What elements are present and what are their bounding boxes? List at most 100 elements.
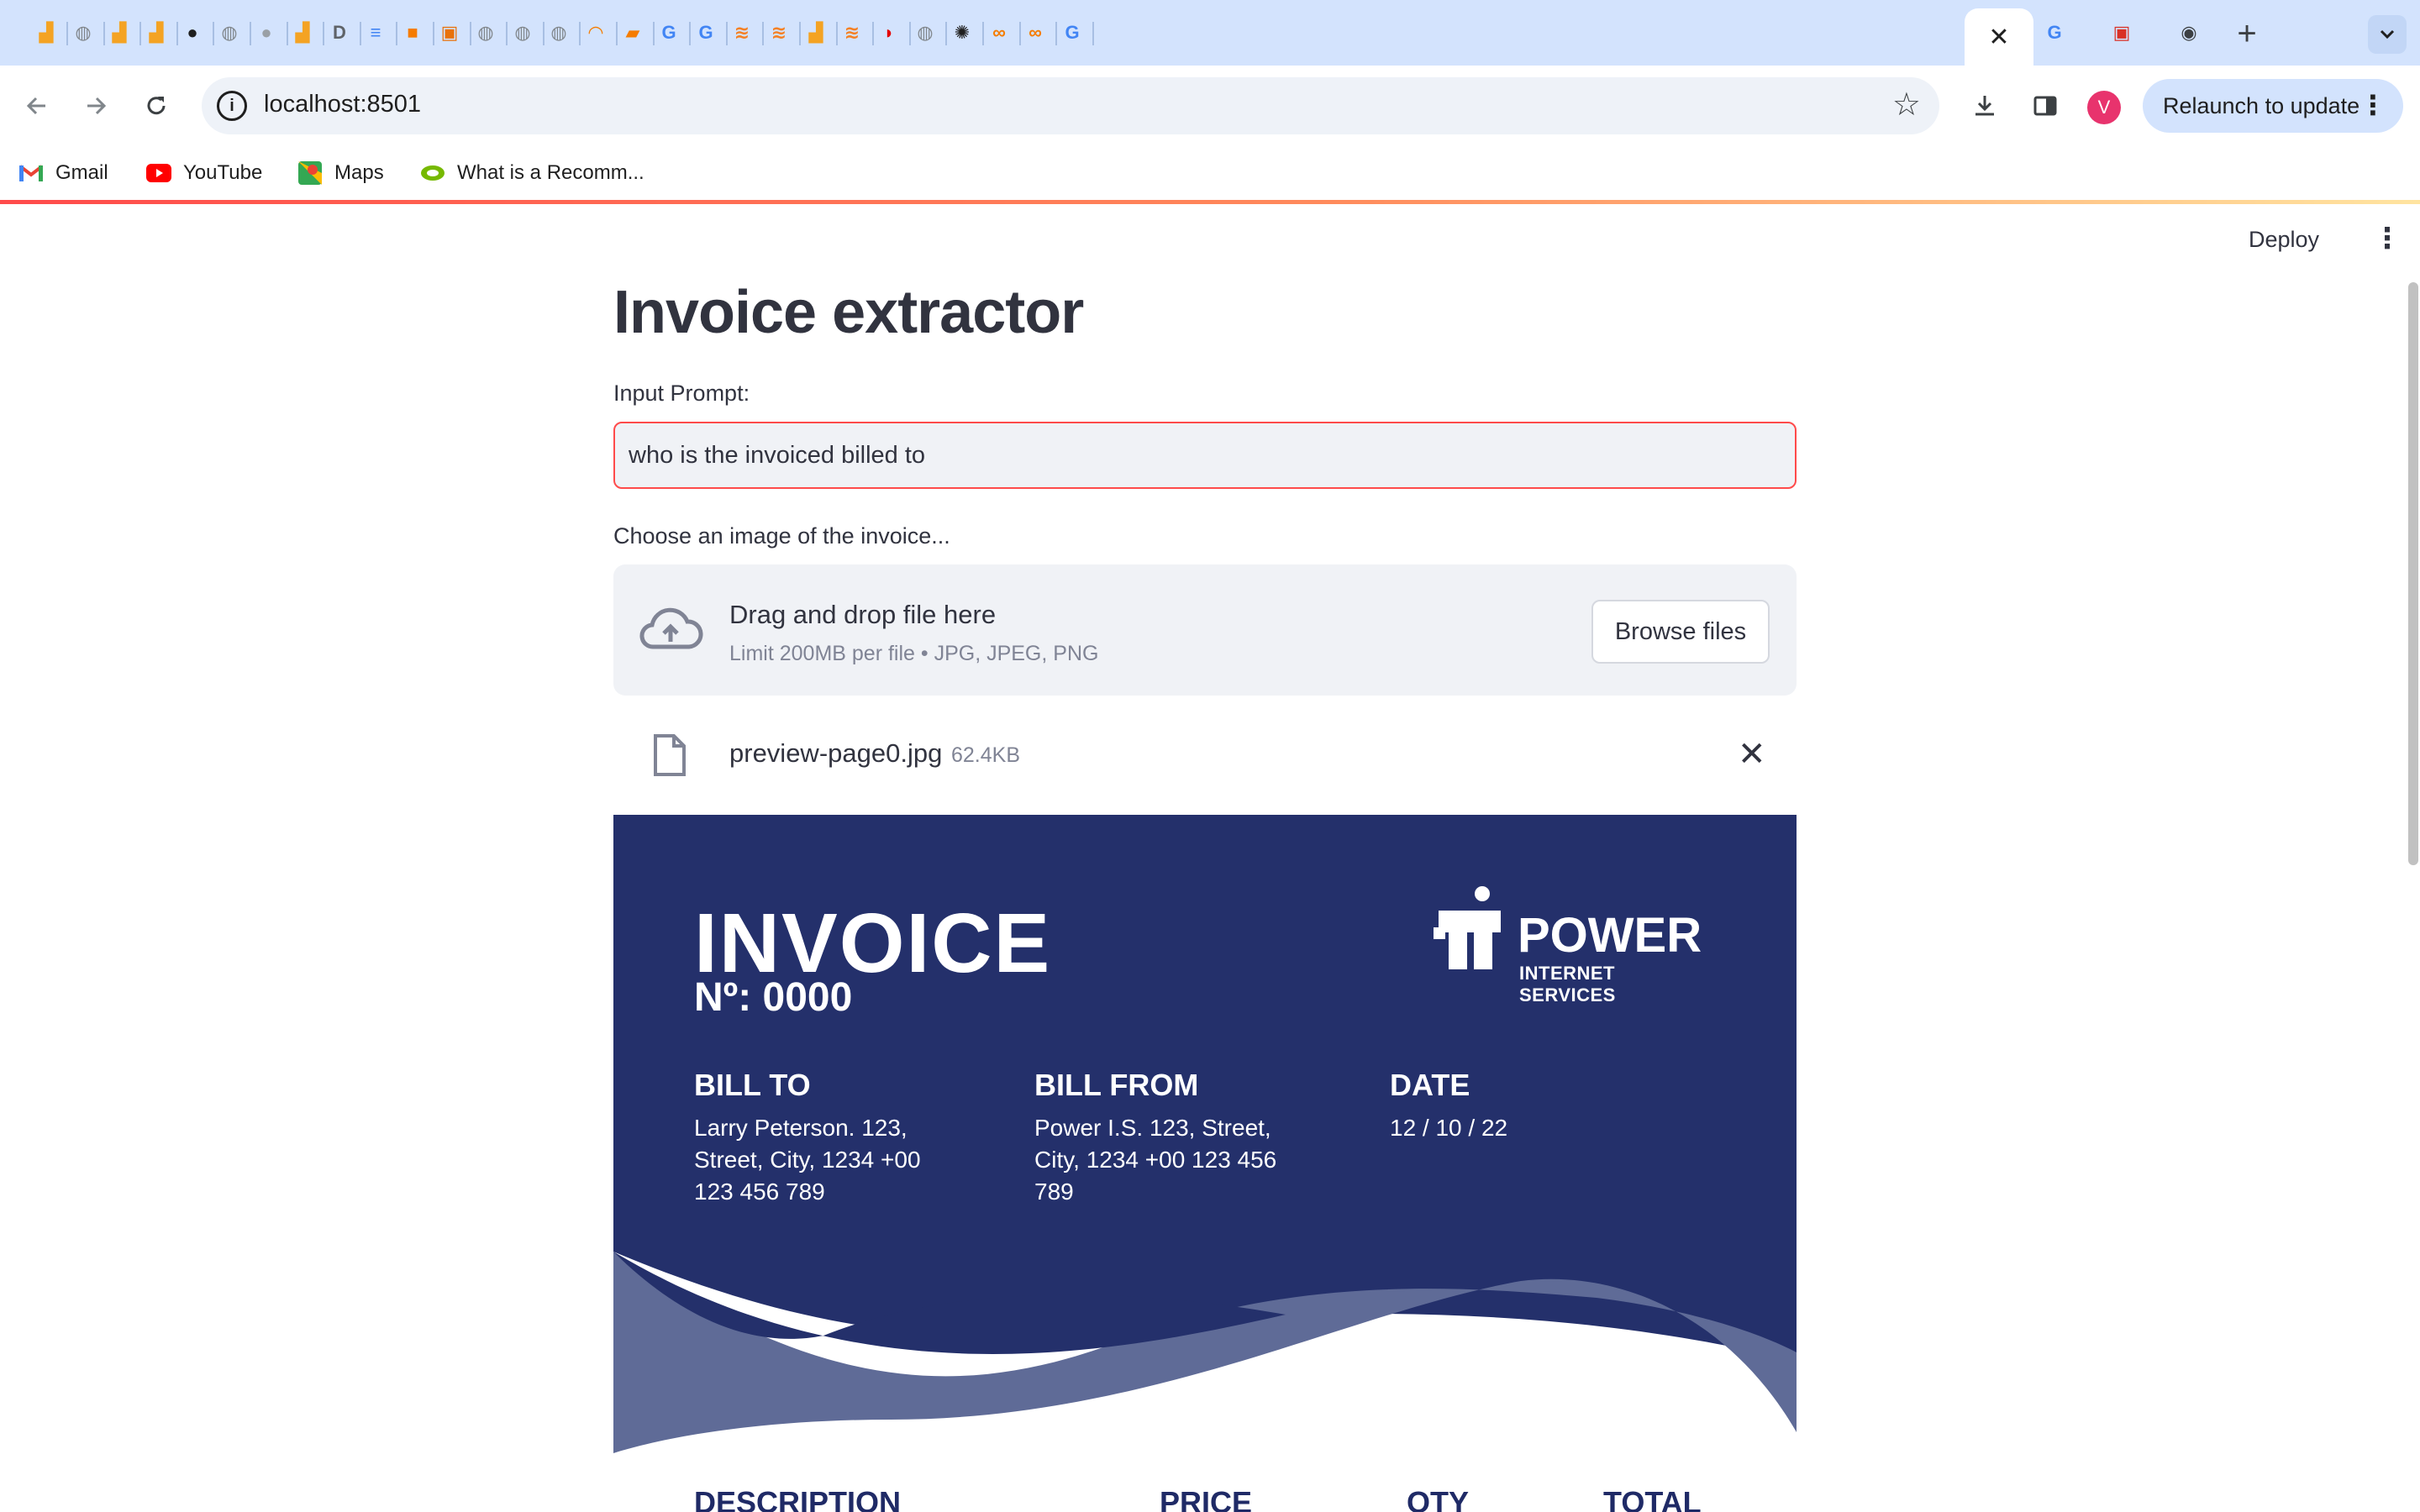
deploy-button[interactable]: Deploy <box>2249 227 2319 253</box>
stackoverflow-icon: ≋ <box>734 22 750 43</box>
globe-icon: ◍ <box>917 22 934 43</box>
date-heading: DATE <box>1390 1068 1470 1102</box>
github-icon: ● <box>260 22 272 43</box>
browser-tab[interactable]: ● <box>249 15 284 50</box>
bookmark-red-icon: ▣ <box>2112 22 2131 43</box>
tab-separator <box>1092 22 1094 45</box>
bookmark-youtube[interactable]: YouTube <box>146 158 262 188</box>
browser-tab[interactable]: ∞ <box>981 15 1017 50</box>
bookmark-label: What is a Recomm... <box>457 161 644 184</box>
brand-subtitle: INTERNET SERVICES <box>1519 963 1616 1005</box>
browser-tab[interactable]: ◍ <box>212 15 247 50</box>
browser-tab[interactable]: ≋ <box>834 15 870 50</box>
github-icon: ● <box>187 22 198 43</box>
bookmark-maps[interactable]: Maps <box>297 158 384 188</box>
address-bar[interactable]: i localhost:8501 ☆ <box>202 77 1939 134</box>
browser-tab[interactable]: ≡ <box>358 15 393 50</box>
prompt-label: Input Prompt: <box>613 381 750 406</box>
download-icon[interactable] <box>1963 84 2007 128</box>
back-button[interactable] <box>15 84 59 128</box>
browser-tab[interactable]: D <box>322 15 357 50</box>
power-logo-icon <box>1434 886 1501 969</box>
page-title: Invoice extractor <box>613 279 1084 346</box>
browser-tab[interactable]: G <box>688 15 723 50</box>
browser-tab[interactable]: ∞ <box>1018 15 1053 50</box>
page-scrollbar[interactable] <box>2408 282 2418 865</box>
relaunch-button[interactable]: Relaunch to update ⋮ <box>2143 79 2403 133</box>
browser-tab[interactable]: ◍ <box>505 15 540 50</box>
infinity-icon: ∞ <box>1028 22 1042 43</box>
side-panel-icon[interactable] <box>2023 84 2067 128</box>
file-size: 62.4KB <box>951 743 1021 767</box>
arrow-right-icon <box>87 97 107 115</box>
tab-search-button[interactable] <box>2368 15 2407 54</box>
browser-tab[interactable]: ≋ <box>761 15 797 50</box>
bookmark-star-icon[interactable]: ☆ <box>1892 86 1921 123</box>
chrome-menu-icon[interactable]: ⋮ <box>2360 89 2386 121</box>
browser-tab[interactable]: ▟ <box>139 15 174 50</box>
main-menu-icon[interactable]: ⋮ <box>2373 222 2402 255</box>
browser-tab[interactable]: ▣ <box>2104 15 2139 50</box>
browser-tab[interactable]: ◗ <box>871 15 907 50</box>
browser-tab[interactable]: ◉ <box>2171 15 2207 50</box>
analytics-icon: ▟ <box>149 22 164 43</box>
date-text: 12 / 10 / 22 <box>1390 1115 1508 1141</box>
column-description: DESCRIPTION <box>694 1485 902 1512</box>
browser-tab[interactable]: ▣ <box>432 15 467 50</box>
browser-tab[interactable]: ◍ <box>908 15 943 50</box>
loader-icon: ◠ <box>588 22 603 43</box>
bookmark-label: Maps <box>334 161 384 184</box>
forward-button[interactable] <box>74 84 118 128</box>
stackoverflow-icon: ≋ <box>844 22 860 43</box>
analytics-icon: ▟ <box>295 22 310 43</box>
chrome-icon: ◉ <box>2181 22 2197 43</box>
invoice-preview-image: INVOICE Nº: 0000 POWER INTERNET SERVICES… <box>613 815 1797 1512</box>
upload-label: Choose an image of the invoice... <box>613 523 950 549</box>
url-text[interactable]: localhost:8501 <box>264 91 421 118</box>
browser-tab[interactable]: ▟ <box>285 15 320 50</box>
reload-button[interactable] <box>134 84 178 128</box>
remove-file-icon[interactable]: ✕ <box>1738 735 1766 774</box>
globe-icon: ◍ <box>75 22 92 43</box>
google-icon: G <box>661 22 676 43</box>
prompt-input[interactable] <box>613 422 1797 489</box>
reload-icon <box>147 97 166 115</box>
column-total: TOTAL <box>1603 1485 1702 1512</box>
browser-tab[interactable]: G <box>651 15 687 50</box>
browser-tab[interactable]: ◍ <box>468 15 503 50</box>
browser-tab[interactable]: ◍ <box>541 15 576 50</box>
brand-name: POWER <box>1518 908 1702 963</box>
browser-tab[interactable]: G <box>2037 15 2072 50</box>
tab-active[interactable]: ✕ <box>1965 8 2033 66</box>
streamlit-decoration-bar <box>0 200 2420 204</box>
file-dropzone[interactable]: Drag and drop file here Limit 200MB per … <box>613 564 1797 696</box>
relaunch-label: Relaunch to update <box>2163 92 2360 118</box>
profile-avatar[interactable]: V <box>2087 91 2121 124</box>
browser-tab[interactable]: ≋ <box>724 15 760 50</box>
browser-tab[interactable]: G <box>1055 15 1090 50</box>
browser-tab[interactable]: ✺ <box>944 15 980 50</box>
bookmark-recommender[interactable]: What is a Recomm... <box>420 158 644 188</box>
new-tab-button[interactable]: + <box>2228 15 2265 52</box>
letter-d-icon: D <box>333 22 346 43</box>
browser-tab[interactable]: ▟ <box>798 15 834 50</box>
bookmarks-bar: Gmail YouTube Maps What is a Recomm... <box>0 146 2420 200</box>
browser-tab[interactable]: ■ <box>395 15 430 50</box>
tab-close-icon[interactable]: ✕ <box>1988 23 2009 52</box>
browser-tab[interactable]: ◠ <box>578 15 613 50</box>
browse-files-button[interactable]: Browse files <box>1591 600 1770 664</box>
bookmark-label: Gmail <box>55 161 108 184</box>
globe-icon: ◍ <box>550 22 567 43</box>
site-info-icon[interactable]: i <box>217 91 247 121</box>
browser-tab[interactable]: ▟ <box>29 15 64 50</box>
bill-to-heading: BILL TO <box>694 1068 811 1102</box>
bookmark-gmail[interactable]: Gmail <box>18 158 108 188</box>
globe-icon: ◍ <box>477 22 494 43</box>
browser-tab[interactable]: ◍ <box>66 15 101 50</box>
file-icon <box>654 734 686 776</box>
browser-tab[interactable]: ● <box>175 15 210 50</box>
browser-tab[interactable]: ▟ <box>102 15 137 50</box>
bookmark-label: YouTube <box>183 161 263 184</box>
browser-tab[interactable]: ▰ <box>615 15 650 50</box>
dropzone-limit: Limit 200MB per file • JPG, JPEG, PNG <box>729 642 1099 665</box>
